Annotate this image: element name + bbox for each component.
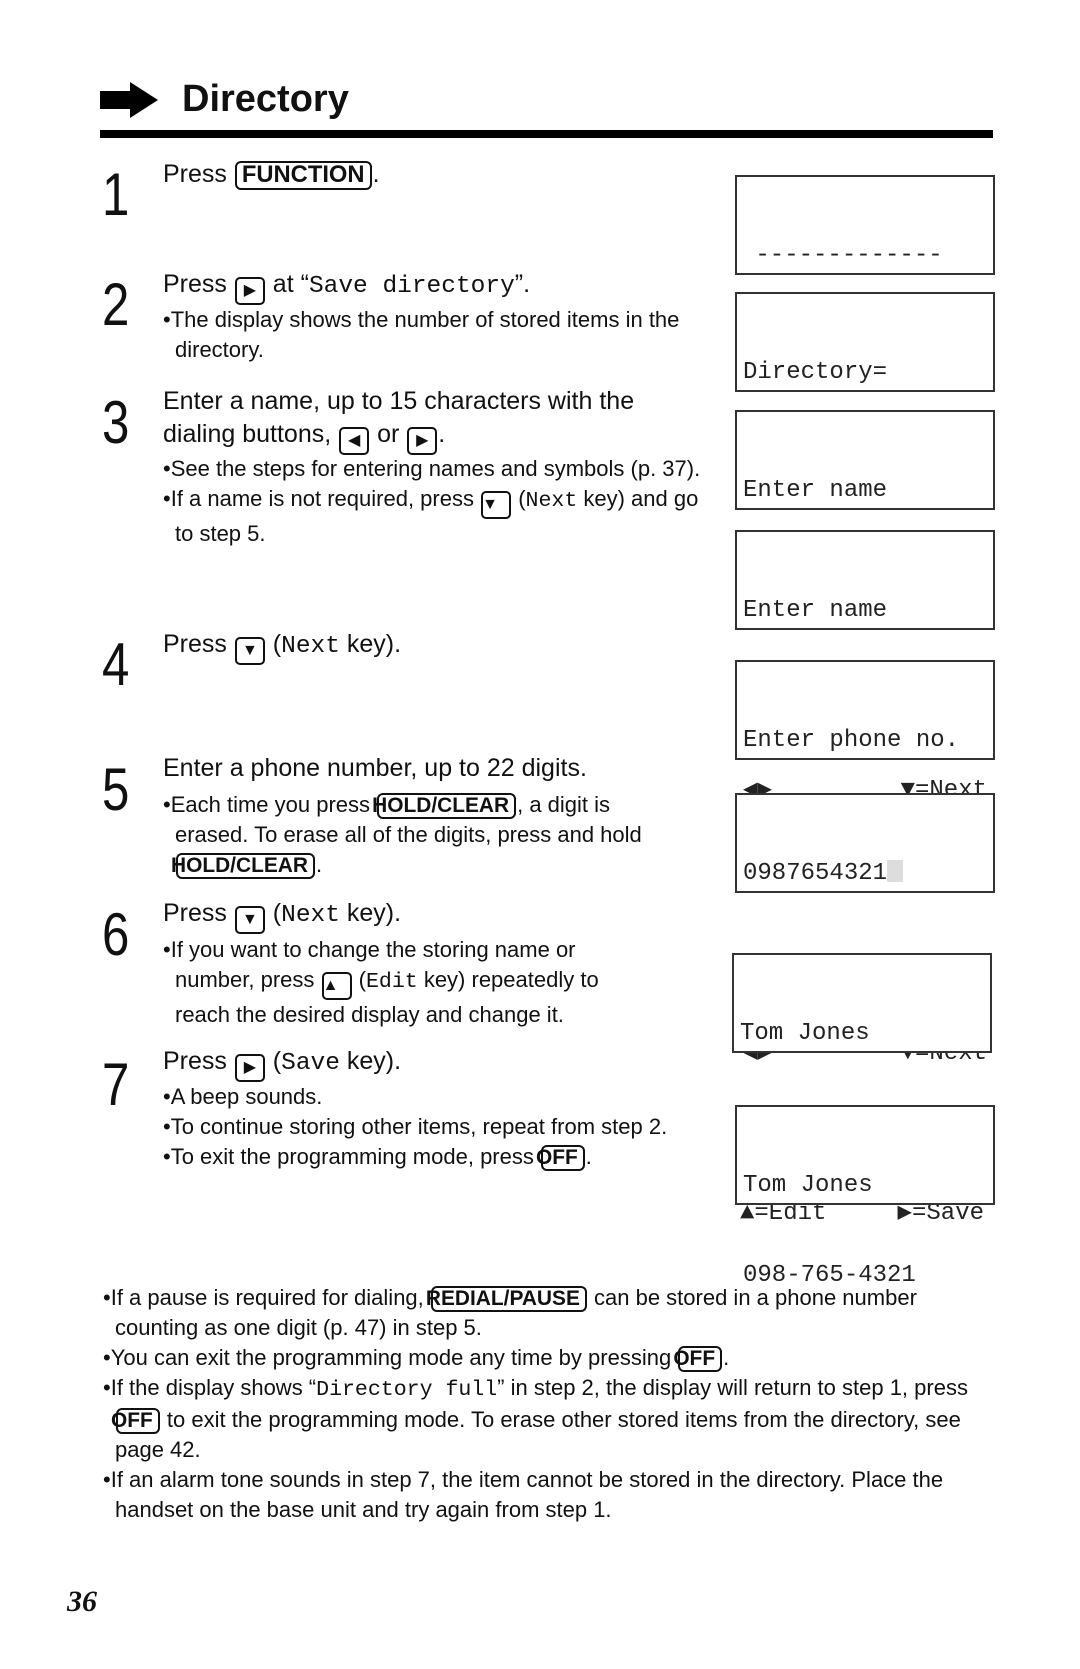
step-5-notes: •Each time you press HOLD/CLEAR, a digit… <box>163 792 642 879</box>
step-number: 7 <box>102 1051 130 1118</box>
step-2-instruction: Press ▶ at “Save directory”. <box>163 268 530 305</box>
step-6-instruction: Press ▼ (Next key). <box>163 897 401 934</box>
step-7-instruction: Press ▶ (Save key). <box>163 1045 401 1082</box>
right-arrow-key-icon: ▶ <box>407 427 438 455</box>
off-key: OFF <box>673 1346 723 1372</box>
down-arrow-key-icon: ▼ <box>481 491 512 519</box>
step-number: 4 <box>102 631 130 698</box>
step-3-instruction: Enter a name, up to 15 characters with t… <box>163 385 634 455</box>
note-item: •You can exit the programming mode any t… <box>103 1345 730 1372</box>
lcd-display-enter-phone: Enter phone no. <box>735 660 995 760</box>
step-6-notes: •If you want to change the storing name … <box>163 937 599 1027</box>
left-arrow-key-icon: ◀ <box>339 427 370 455</box>
page-number: 36 <box>67 1585 97 1618</box>
redial-pause-key: REDIAL/PAUSE <box>426 1286 587 1312</box>
right-arrow-key-icon: ▶ <box>234 277 265 305</box>
lcd-display-enter-name-empty: Enter name ◀▶▼=Next <box>735 410 995 684</box>
lcd-display-confirm: Tom Jones 098-765-4321 ▲=Edit▶=Save <box>732 953 992 1227</box>
off-key: OFF <box>536 1145 585 1171</box>
notes-list: •If a pause is required for dialing, RED… <box>103 1283 1003 1525</box>
step-number: 1 <box>102 161 130 228</box>
lcd-display-phone-number: 0987654321 ◀▶ ▼=Next <box>735 793 995 1067</box>
step-7-notes: •A beep sounds. •To continue storing oth… <box>163 1084 668 1171</box>
step-number: 2 <box>102 271 130 338</box>
header-rule <box>100 130 993 138</box>
note-item: •If a pause is required for dialing, RED… <box>103 1285 917 1340</box>
note-item: •If an alarm tone sounds in step 7, the … <box>103 1467 944 1522</box>
off-key: OFF <box>111 1408 160 1434</box>
lcd-display-enter-name-filled: Enter name Tom Jones ◀▶▼=Next <box>735 530 995 804</box>
step-5-instruction: Enter a phone number, up to 22 digits. <box>163 754 587 782</box>
down-arrow-key-icon: ▼ <box>234 637 265 665</box>
lcd-display-menu: ------------- ▶Save directory Ringer vol… <box>735 175 995 449</box>
right-arrow-key-icon: ▶ <box>234 1054 265 1082</box>
hold-clear-key: HOLD/CLEAR <box>372 793 517 819</box>
note-item: •If the display shows “Directory full” i… <box>103 1375 968 1462</box>
step-2-notes: •The display shows the number of stored … <box>163 307 680 362</box>
arrow-right-icon <box>100 82 158 118</box>
step-3-notes: •See the steps for entering names and sy… <box>163 456 701 546</box>
down-arrow-key-icon: ▼ <box>234 906 265 934</box>
step-4-instruction: Press ▼ (Next key). <box>163 628 401 665</box>
hold-clear-key: HOLD/CLEAR <box>171 853 315 879</box>
step-number: 3 <box>102 389 130 456</box>
function-key: FUNCTION <box>234 161 372 190</box>
page-title: Directory <box>182 78 349 120</box>
cursor <box>887 860 904 882</box>
up-arrow-key-icon: ▲ <box>321 972 352 1000</box>
step-number: 6 <box>102 901 130 968</box>
step-number: 5 <box>102 756 130 823</box>
lcd-display-saved: Tom Jones 098-765-4321 <box>735 1105 995 1289</box>
step-1-instruction: Press FUNCTION. <box>163 160 380 190</box>
lcd-display-directory-count: Directory= 20 items <box>735 292 995 476</box>
